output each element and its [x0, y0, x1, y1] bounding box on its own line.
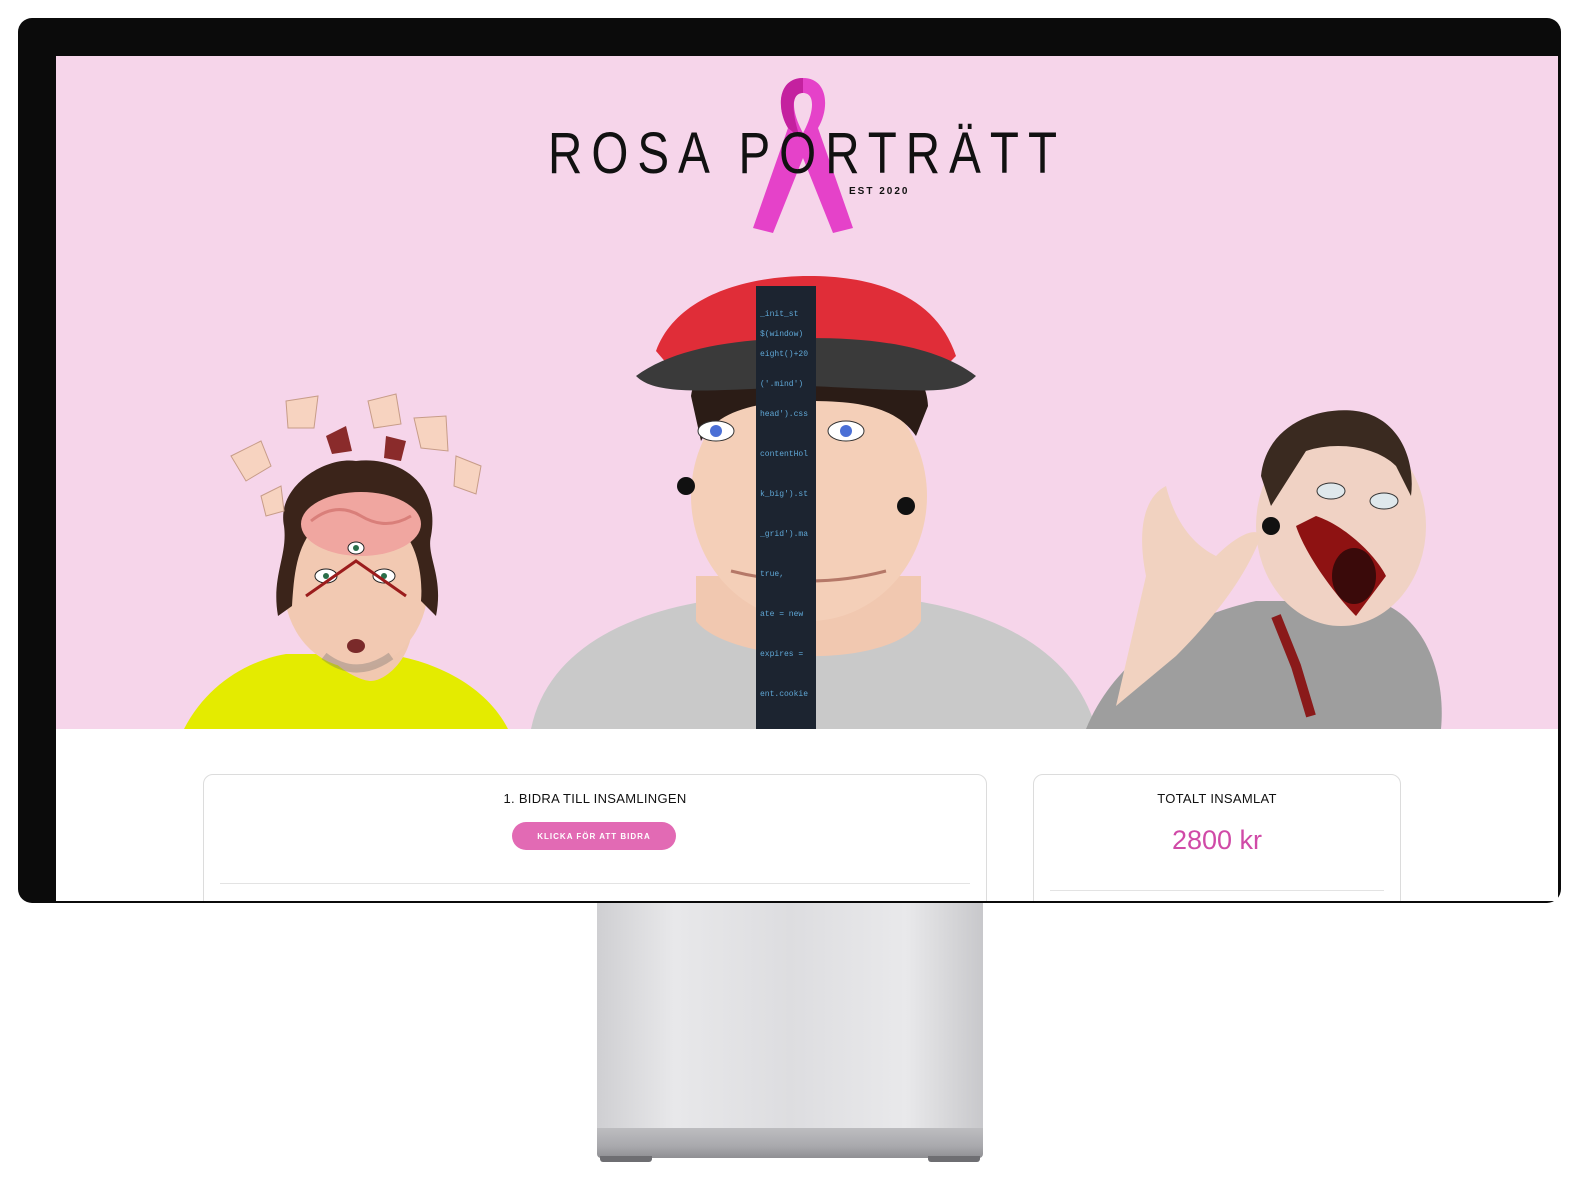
- hero-banner: _init_st $(window) eight()+20 ('.mind') …: [56, 56, 1558, 729]
- svg-text:ent.cookie: ent.cookie: [760, 690, 808, 699]
- card-divider: [220, 883, 970, 884]
- svg-text:expires =: expires =: [760, 650, 803, 659]
- total-collected-amount: 2800 kr: [1171, 825, 1263, 855]
- svg-text:eight()+20: eight()+20: [760, 350, 808, 359]
- site-logo-established: EST 2020: [849, 186, 910, 197]
- contribute-card-title: 1. BIDRA TILL INSAMLINGEN: [503, 791, 687, 806]
- card-divider: [1050, 890, 1384, 891]
- svg-text:_grid').ma: _grid').ma: [759, 530, 808, 539]
- svg-text:head').css: head').css: [760, 410, 808, 419]
- svg-text:k_big').st: k_big').st: [760, 490, 808, 499]
- contribute-button[interactable]: KLICKA FÖR ATT BIDRA: [512, 822, 676, 850]
- split-face-character-illustration: _init_st $(window) eight()+20 ('.mind') …: [531, 276, 1096, 729]
- svg-text:('.mind'): ('.mind'): [760, 380, 803, 389]
- brain-character-illustration: [184, 393, 508, 729]
- svg-text:$(window): $(window): [760, 330, 803, 339]
- svg-text:true,: true,: [760, 570, 784, 579]
- monitor-foot-left: [600, 1156, 652, 1162]
- screen: _init_st $(window) eight()+20 ('.mind') …: [56, 56, 1558, 901]
- monitor-bezel: _init_st $(window) eight()+20 ('.mind') …: [18, 18, 1561, 903]
- svg-text:_init_st: _init_st: [759, 310, 798, 319]
- svg-text:contentHol: contentHol: [760, 450, 808, 459]
- monitor-stand: [597, 890, 983, 1144]
- svg-text:ate = new: ate = new: [760, 610, 803, 619]
- monitor-stand-base: [597, 1128, 983, 1158]
- monitor-foot-right: [928, 1156, 980, 1162]
- site-logo-title[interactable]: ROSA PORTRÄTT: [191, 120, 1423, 187]
- zombie-character-illustration: [1086, 410, 1442, 729]
- contribute-card: 1. BIDRA TILL INSAMLINGEN KLICKA FÖR ATT…: [203, 774, 987, 901]
- total-collected-title: TOTALT INSAMLAT: [1157, 791, 1277, 806]
- total-collected-card: TOTALT INSAMLAT 2800 kr: [1033, 774, 1401, 901]
